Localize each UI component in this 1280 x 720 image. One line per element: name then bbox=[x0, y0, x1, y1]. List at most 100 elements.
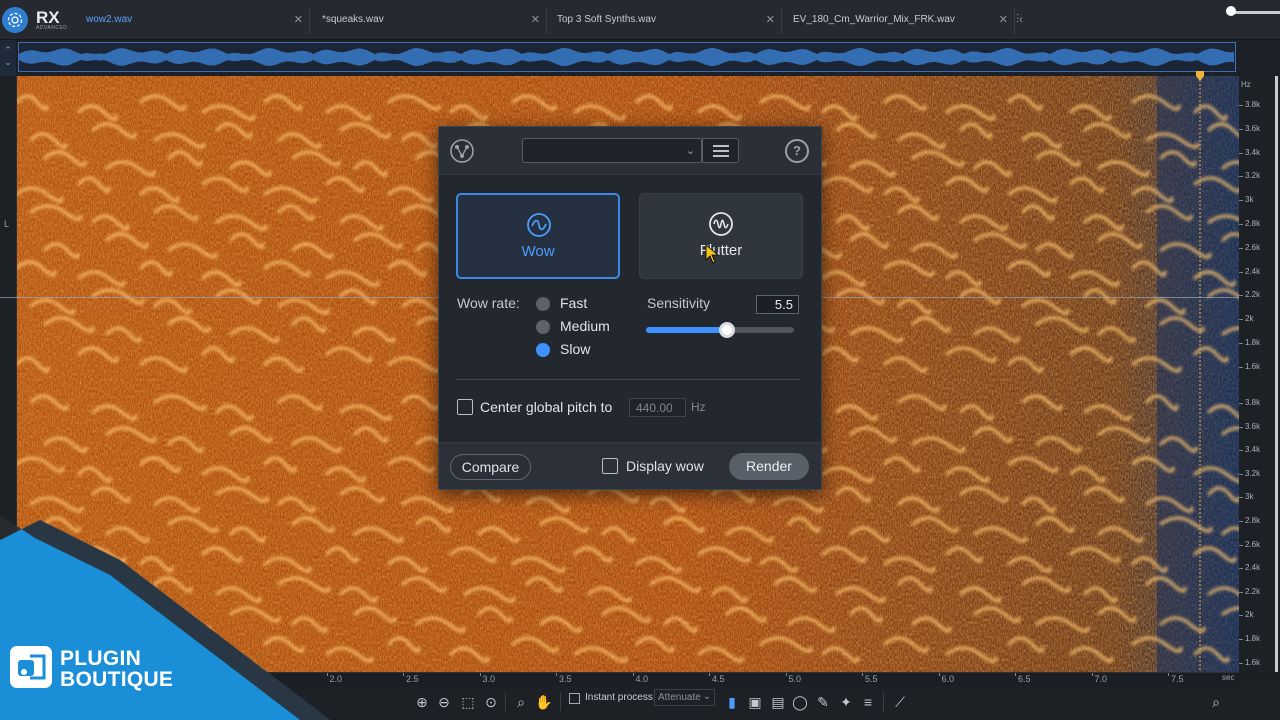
brush-icon[interactable]: ✎ bbox=[813, 691, 833, 713]
time-tick bbox=[709, 673, 710, 676]
wow-wave-icon bbox=[527, 213, 551, 237]
toolbar-divider bbox=[505, 693, 506, 711]
dialog-footer: Compare Display wow Render bbox=[439, 442, 821, 489]
preset-menu-button[interactable] bbox=[702, 138, 739, 163]
tab-label: EV_180_Cm_Warrior_Mix_FRK.wav bbox=[793, 14, 955, 25]
time-unit-label: sec bbox=[1222, 673, 1235, 682]
wow-mode-button[interactable]: Wow bbox=[456, 193, 620, 279]
time-tick-label: 2.0 bbox=[329, 674, 343, 684]
close-icon[interactable]: ✕ bbox=[766, 13, 775, 26]
help-icon[interactable]: ? bbox=[785, 139, 809, 163]
center-pitch-checkbox[interactable] bbox=[457, 399, 473, 415]
freq-tick bbox=[1239, 176, 1243, 178]
process-mode-value: Attenuate bbox=[658, 692, 701, 703]
rx-logo-icon bbox=[2, 7, 28, 33]
freq-tick bbox=[1239, 426, 1243, 428]
freq-tick bbox=[1239, 200, 1243, 202]
close-icon[interactable]: ✕ bbox=[999, 13, 1008, 26]
time-tick bbox=[326, 673, 328, 676]
time-tick bbox=[1168, 673, 1169, 676]
hand-tool-icon[interactable]: ✋ bbox=[534, 691, 554, 713]
logo-title: RX bbox=[36, 8, 60, 27]
freq-tick-label: 3.6k bbox=[1245, 123, 1261, 133]
zoom-selection-icon[interactable]: ⬚ bbox=[458, 691, 478, 713]
sensitivity-slider-knob[interactable] bbox=[719, 322, 736, 338]
overview-zoom-icon[interactable]: ⌃ ⌄ bbox=[0, 40, 16, 76]
zoom-in-icon[interactable]: ⊕ bbox=[412, 691, 432, 713]
brand-line-2: BOUTIQUE bbox=[60, 668, 174, 691]
tab-wow2[interactable]: wow2.wav ✕ bbox=[78, 8, 310, 34]
flutter-mode-button[interactable]: Flutter bbox=[639, 193, 803, 279]
freq-tick-label: 1.8k bbox=[1245, 634, 1261, 643]
sensitivity-value-field[interactable]: 5.5 bbox=[756, 295, 799, 314]
toolbar-divider bbox=[560, 693, 561, 711]
compare-button[interactable]: Compare bbox=[450, 454, 531, 480]
time-frequency-selection-icon[interactable]: ▤ bbox=[768, 691, 788, 713]
center-pitch-input[interactable]: 440.00 bbox=[629, 398, 686, 417]
freq-tick bbox=[1239, 639, 1243, 640]
freq-unit-label: Hz bbox=[1241, 80, 1251, 89]
lasso-icon[interactable]: ◯ bbox=[790, 691, 810, 713]
process-mode-dropdown[interactable]: Attenuate ⌄ bbox=[654, 689, 715, 706]
playhead-marker-icon[interactable] bbox=[1196, 68, 1204, 81]
tab-ev180[interactable]: EV_180_Cm_Warrior_Mix_FRK.wav ✕ bbox=[785, 8, 1015, 34]
zoom-out-icon[interactable]: ⊖ bbox=[434, 691, 454, 713]
freq-tick-label: 3.6k bbox=[1245, 421, 1261, 431]
wow-rate-fast-label: Fast bbox=[560, 295, 588, 311]
freq-tick-label: 2.4k bbox=[1245, 266, 1261, 276]
tab-top3-soft-synths[interactable]: Top 3 Soft Synths.wav ✕ bbox=[549, 8, 782, 34]
display-wow-checkbox[interactable] bbox=[602, 458, 618, 474]
freq-tick-label: 2.8k bbox=[1245, 516, 1261, 525]
freq-tick bbox=[1239, 403, 1243, 404]
freq-tick-label: 1.6k bbox=[1245, 657, 1261, 667]
rx-editor-window: RX ADVANCED wow2.wav ✕ *squeaks.wav ✕ To… bbox=[0, 0, 1280, 720]
time-tick-label: 4.5 bbox=[712, 674, 725, 684]
zoom-icon[interactable]: ⌕ bbox=[1206, 691, 1226, 713]
frequency-scrollbar[interactable] bbox=[1275, 76, 1278, 672]
zoom-tool-icon[interactable]: ⌕ bbox=[511, 691, 531, 713]
time-tick bbox=[556, 673, 557, 676]
overview-waveform[interactable] bbox=[18, 42, 1236, 72]
freq-tick-label: 3k bbox=[1245, 195, 1254, 205]
tab-squeaks[interactable]: *squeaks.wav ✕ bbox=[314, 8, 547, 34]
tab-overflow-icon[interactable]: ⫶‹ bbox=[1016, 12, 1023, 27]
time-tick-label: 5.5 bbox=[865, 674, 878, 684]
render-button[interactable]: Render bbox=[729, 453, 809, 480]
display-wow-label: Display wow bbox=[626, 458, 704, 474]
freq-tick-label: 3.4k bbox=[1245, 445, 1261, 455]
close-icon[interactable]: ✕ bbox=[294, 13, 303, 26]
time-tick-label: 6.0 bbox=[941, 674, 955, 684]
zoom-fit-icon[interactable]: ⊙ bbox=[481, 691, 501, 713]
wow-rate-fast-radio[interactable] bbox=[536, 297, 550, 311]
frequency-selection-icon[interactable]: ▣ bbox=[745, 691, 765, 713]
bottom-toolbar: ⊕ ⊖ ⬚ ⊙ ⌕ ✋ Instant process Attenuate ⌄ … bbox=[0, 686, 1280, 720]
instant-process-checkbox[interactable] bbox=[569, 693, 580, 704]
wow-rate-slow-radio[interactable] bbox=[536, 343, 550, 357]
wow-rate-medium-radio[interactable] bbox=[536, 320, 550, 334]
time-tick-label: 3.0 bbox=[482, 674, 496, 684]
harmonics-icon[interactable]: ≡ bbox=[858, 691, 878, 713]
waveform-view-icon[interactable]: ⟋ bbox=[890, 691, 910, 713]
wow-rate-slow-label: Slow bbox=[560, 341, 591, 357]
waveform-overview[interactable]: ⌃ ⌄ bbox=[0, 40, 1280, 76]
time-tick bbox=[632, 673, 634, 676]
magic-wand-icon[interactable]: ✦ bbox=[836, 691, 856, 713]
preset-dropdown[interactable]: ⌄ bbox=[522, 138, 702, 163]
freq-tick-label: 1.8k bbox=[1245, 338, 1261, 347]
freq-tick-label: 3.2k bbox=[1245, 468, 1261, 478]
hamburger-icon bbox=[712, 144, 729, 157]
flutter-mode-label: Flutter bbox=[699, 242, 743, 259]
time-tick bbox=[862, 673, 863, 676]
sensitivity-slider-fill bbox=[646, 327, 728, 333]
freq-tick bbox=[1239, 366, 1243, 368]
module-chain-icon[interactable] bbox=[449, 138, 475, 164]
close-icon[interactable]: ✕ bbox=[531, 13, 540, 26]
time-selection-icon[interactable]: ▮ bbox=[722, 691, 742, 713]
zoom-slider-knob[interactable] bbox=[1226, 6, 1236, 16]
freq-tick-label: 3k bbox=[1245, 492, 1254, 502]
freq-tick bbox=[1239, 319, 1243, 321]
time-tick-label: 1.5 bbox=[253, 674, 266, 684]
freq-tick bbox=[1239, 473, 1243, 475]
wow-rate-medium-label: Medium bbox=[560, 318, 610, 334]
freq-tick bbox=[1239, 544, 1243, 546]
